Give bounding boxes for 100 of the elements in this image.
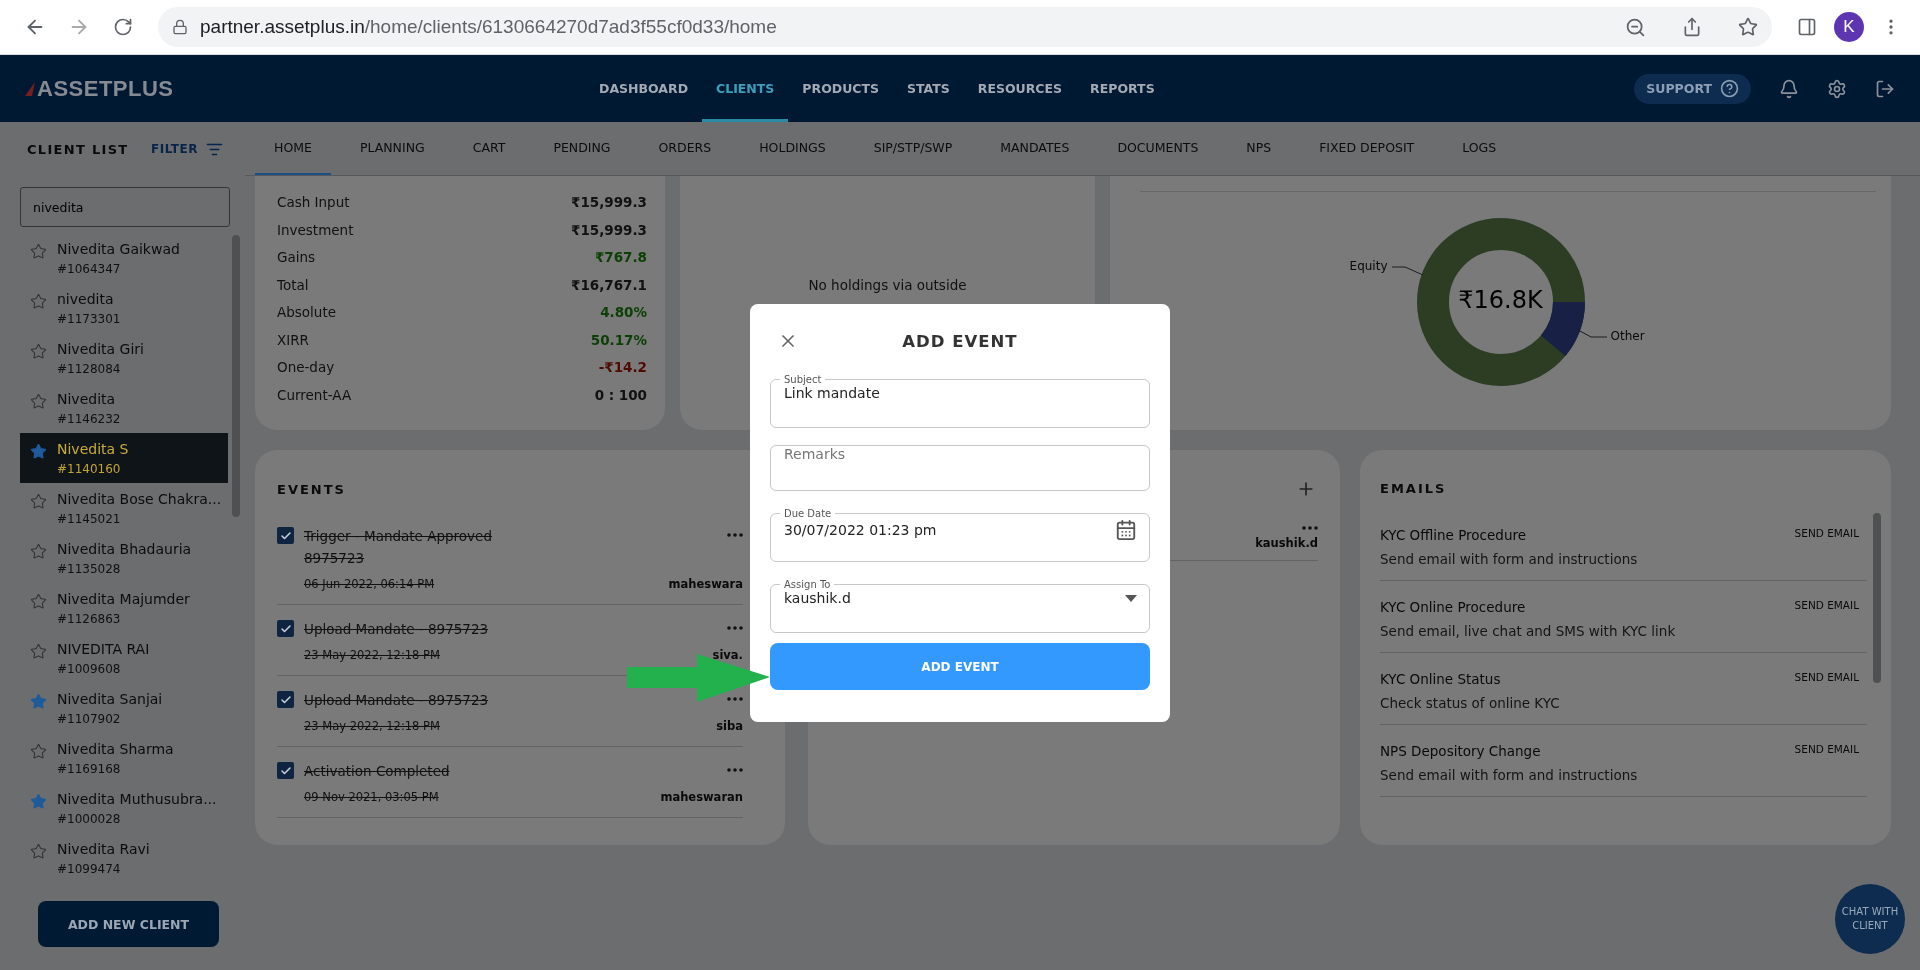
nav-item[interactable]: REPORTS: [1076, 55, 1169, 122]
star-icon[interactable]: [30, 793, 47, 810]
card-title: EMAILS: [1380, 481, 1447, 496]
star-icon[interactable]: [30, 843, 47, 860]
more-icon[interactable]: [727, 626, 743, 630]
star-icon[interactable]: [30, 643, 47, 660]
checkbox[interactable]: [277, 620, 294, 637]
star-icon[interactable]: [30, 243, 47, 260]
caret-icon: [1125, 594, 1137, 602]
search-field[interactable]: nivedita: [20, 187, 230, 227]
send-email-link[interactable]: SEND EMAIL: [1794, 527, 1859, 543]
tab[interactable]: LOGS: [1443, 122, 1516, 175]
address-bar[interactable]: partner.assetplus.in/home/clients/6130664270d7ad3f55cf0d33/home: [158, 7, 1772, 47]
tab[interactable]: PENDING: [534, 122, 630, 175]
star-icon[interactable]: [30, 343, 47, 360]
chart-label: Equity: [1349, 259, 1388, 273]
email-description: Send email with form and instructions: [1380, 551, 1639, 567]
client-item[interactable]: Nivedita Gaikwad #1064347: [20, 233, 228, 283]
leader-line: [1577, 329, 1607, 338]
card-title: EVENTS: [277, 481, 346, 497]
tab[interactable]: HOLDINGS: [740, 122, 845, 175]
client-item[interactable]: Nivedita Muthusubra... #1000028: [20, 783, 228, 833]
more-icon[interactable]: [727, 533, 743, 537]
logo[interactable]: ASSETPLUS: [37, 75, 174, 102]
profile-avatar[interactable]: K: [1834, 12, 1864, 42]
checkbox[interactable]: [277, 527, 294, 544]
client-item[interactable]: Nivedita Giri #1128084: [20, 333, 228, 383]
nav-item[interactable]: PRODUCTS: [788, 55, 893, 122]
scrollbar[interactable]: [232, 235, 240, 517]
date-field[interactable]: Due Date 30/07/2022 01:23 pm: [770, 508, 1150, 562]
star-icon[interactable]: [30, 593, 47, 610]
tab[interactable]: MANDATES: [981, 122, 1089, 175]
nav-item[interactable]: DASHBOARD: [585, 55, 702, 122]
tab[interactable]: DOCUMENTS: [1098, 122, 1218, 175]
tab[interactable]: NPS: [1227, 122, 1291, 175]
nav-item[interactable]: RESOURCES: [963, 55, 1077, 122]
star-icon[interactable]: [30, 293, 47, 310]
text-field[interactable]: Remarks: [770, 445, 1150, 491]
checkbox[interactable]: [277, 762, 294, 779]
client-item[interactable]: Nivedita Bose Chakra... #1145021: [20, 483, 228, 533]
chat-button[interactable]: CHAT WITH CLIENT: [1835, 884, 1905, 954]
star-icon[interactable]: [30, 443, 47, 460]
field-input[interactable]: 30/07/2022 01:23 pm: [784, 522, 1107, 538]
select-field[interactable]: Assign To kaushik.d: [770, 579, 1150, 633]
send-email-link[interactable]: SEND EMAIL: [1794, 671, 1859, 687]
empty-message: No holdings via outside: [808, 277, 967, 293]
scrollbar[interactable]: [1873, 513, 1881, 683]
more-icon[interactable]: [1302, 526, 1318, 530]
email-title: NPS Depository Change: [1380, 743, 1541, 759]
add-client-button[interactable]: ADD NEW CLIENT: [38, 901, 219, 947]
client-item[interactable]: Nivedita S #1140160: [20, 433, 228, 483]
summary-value: ₹16,767.1: [571, 276, 647, 293]
settings-icon[interactable]: [1827, 78, 1847, 99]
star-icon[interactable]: [30, 493, 47, 510]
client-item[interactable]: Nivedita Ravi #1099474: [20, 833, 228, 883]
star-icon[interactable]: [30, 743, 47, 760]
star-icon[interactable]: [30, 693, 47, 710]
client-item[interactable]: Nivedita Majumder #1126863: [20, 583, 228, 633]
email-title: KYC Online Procedure: [1380, 599, 1526, 615]
checkbox[interactable]: [277, 691, 294, 708]
bookmark-star-icon[interactable]: [1738, 17, 1758, 37]
tab[interactable]: ORDERS: [639, 122, 731, 175]
task-author: kaushik.d: [1255, 536, 1318, 550]
add-event-button[interactable]: ADD EVENT: [770, 643, 1150, 690]
tab[interactable]: CART: [453, 122, 525, 175]
client-item[interactable]: NIVEDITA RAI #1009608: [20, 633, 228, 683]
client-item[interactable]: Nivedita Sharma #1169168: [20, 733, 228, 783]
summary-value: 50.17%: [590, 331, 647, 348]
text-field[interactable]: Subject Link mandate: [770, 374, 1150, 428]
tab[interactable]: FIXED DEPOSIT: [1300, 122, 1434, 175]
sidebar-title: CLIENT LIST: [27, 141, 129, 157]
zoom-out-icon[interactable]: [1625, 16, 1646, 38]
email-description: Send email with form and instructions: [1380, 767, 1639, 783]
client-item[interactable]: Nivedita Bhadauria #1135028: [20, 533, 228, 583]
send-email-link[interactable]: SEND EMAIL: [1794, 743, 1859, 759]
field-input[interactable]: Remarks: [784, 446, 1137, 462]
field-input[interactable]: Link mandate: [784, 385, 1137, 401]
nav-item[interactable]: CLIENTS: [702, 55, 789, 122]
star-icon[interactable]: [30, 543, 47, 560]
tab[interactable]: SIP/STP/SWP: [854, 122, 972, 175]
checkmark-icon: [279, 529, 292, 542]
field-input[interactable]: kaushik.d: [784, 590, 1117, 606]
logout-icon[interactable]: [1875, 78, 1895, 99]
chart-total: ₹16.8K: [1457, 286, 1544, 314]
more-icon[interactable]: [727, 697, 743, 701]
bell-icon[interactable]: [1779, 78, 1799, 99]
filter-link[interactable]: FILTER: [151, 140, 223, 158]
client-item[interactable]: Nivedita Sanjai #1107902: [20, 683, 228, 733]
support-button[interactable]: SUPPORT: [1634, 73, 1751, 104]
email-title: KYC Online Status: [1380, 671, 1501, 687]
client-item[interactable]: Nivedita #1146232: [20, 383, 228, 433]
nav-item[interactable]: STATS: [893, 55, 964, 122]
tab[interactable]: PLANNING: [340, 122, 444, 175]
calendar-icon[interactable]: [1115, 519, 1137, 541]
share-icon[interactable]: [1682, 17, 1702, 37]
star-icon[interactable]: [30, 393, 47, 410]
client-item[interactable]: nivedita #1173301: [20, 283, 228, 333]
more-icon[interactable]: [727, 768, 743, 772]
summary-label: One-day: [277, 359, 335, 376]
send-email-link[interactable]: SEND EMAIL: [1794, 599, 1859, 615]
